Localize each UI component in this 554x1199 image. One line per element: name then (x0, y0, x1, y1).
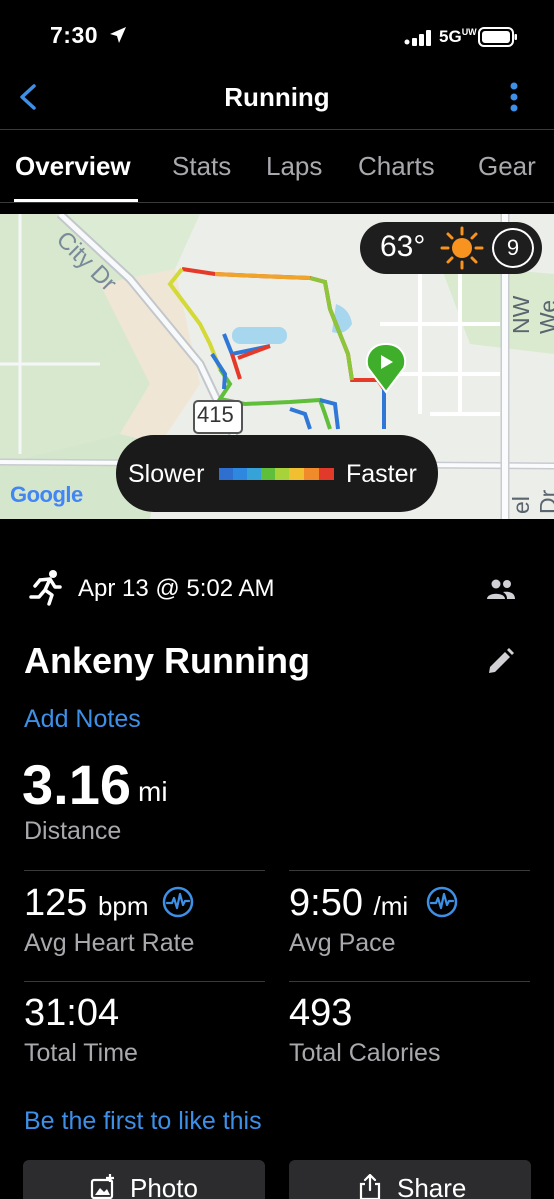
distance-value: 3.16 (22, 753, 131, 816)
distance-unit: mi (138, 776, 168, 807)
street-label-el: el Dr (508, 489, 554, 514)
pace-label: Avg Pace (289, 929, 396, 957)
photo-button-label: Photo (130, 1173, 198, 1199)
tab-laps[interactable]: Laps (266, 151, 322, 182)
network-label: 5GUW (439, 27, 477, 46)
divider (24, 870, 265, 871)
location-arrow-icon (110, 27, 126, 43)
like-link[interactable]: Be the first to like this (24, 1107, 262, 1136)
total-time-label: Total Time (24, 1039, 138, 1067)
road-shield-label: 415 (197, 402, 234, 427)
share-icon (359, 1174, 381, 1199)
activity-title: Ankeny Running (24, 640, 310, 681)
share-button-label: Share (397, 1173, 467, 1199)
page-title: Running (224, 82, 330, 112)
heart-rate-label: Avg Heart Rate (24, 929, 195, 957)
heart-rate-chart-icon[interactable] (162, 886, 194, 918)
distance-label: Distance (24, 817, 122, 845)
total-time-value: 31:04 (24, 992, 120, 1034)
google-logo: Google (10, 482, 83, 507)
navigation-bar: Running (0, 70, 554, 130)
street-label-nw: NW We (508, 295, 554, 334)
heart-rate-value: 125 bpm (24, 882, 149, 924)
signal-icon (404, 30, 431, 46)
legend-slower-label: Slower (128, 460, 205, 488)
pace-chart-icon[interactable] (426, 886, 458, 918)
total-calories-label: Total Calories (289, 1039, 441, 1067)
active-tab-indicator (14, 199, 138, 202)
add-photo-icon (90, 1174, 114, 1199)
people-icon[interactable] (486, 578, 516, 600)
status-time: 7:30 (50, 22, 99, 48)
edit-pencil-icon[interactable] (484, 646, 516, 678)
total-calories-value: 493 (289, 992, 353, 1034)
battery-icon (478, 27, 517, 47)
tab-charts[interactable]: Charts (358, 151, 435, 182)
tab-stats[interactable]: Stats (172, 151, 231, 182)
tab-bar: Overview Stats Laps Charts Gear (0, 131, 554, 203)
pace-gradient-bar (219, 468, 334, 480)
pace-value: 9:50 /mi (289, 882, 409, 924)
map-zoom-badge[interactable]: 9 (492, 228, 534, 268)
more-options-icon[interactable] (506, 82, 522, 112)
legend-faster-label: Faster (346, 460, 417, 488)
divider (289, 870, 530, 871)
add-notes-link[interactable]: Add Notes (24, 705, 141, 734)
divider (24, 981, 265, 982)
running-icon (29, 570, 62, 606)
tab-gear[interactable]: Gear (478, 151, 536, 182)
temperature: 63° (380, 230, 426, 263)
status-bar: 7:30 5GUW (0, 0, 554, 70)
tab-overview[interactable]: Overview (15, 151, 131, 182)
activity-date: Apr 13 @ 5:02 AM (78, 575, 275, 602)
sun-icon (440, 226, 484, 270)
divider (289, 981, 530, 982)
